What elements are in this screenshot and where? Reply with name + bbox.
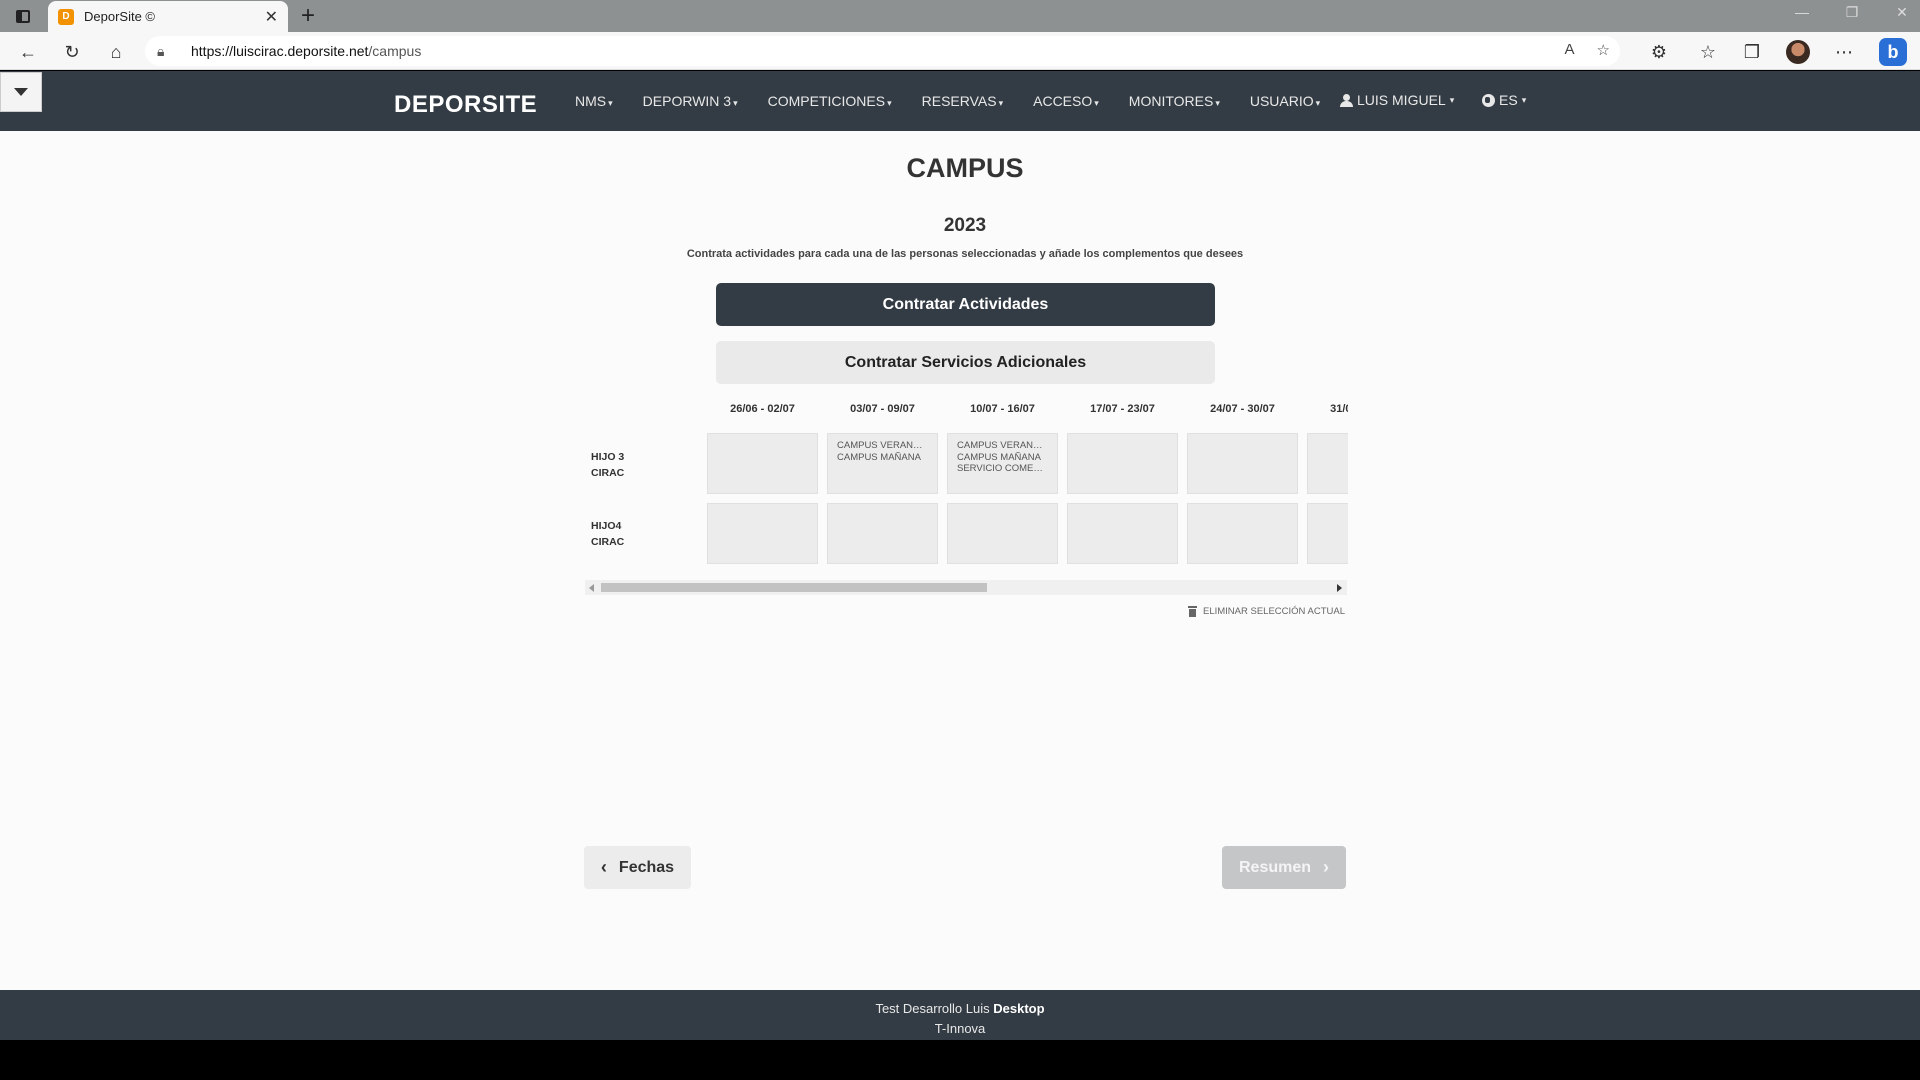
user-icon [1340,93,1353,107]
schedule-cell[interactable] [827,503,938,564]
nav-item-competiciones[interactable]: COMPETICIONES ▾ [768,93,892,109]
week-header: 03/07 - 09/07 [850,403,915,415]
nav-menu: NMS ▾ DEPORWIN 3 ▾ COMPETICIONES ▾ RESERVAS… [575,71,1350,131]
schedule-cell[interactable] [1307,503,1348,564]
address-bar[interactable]: 🔒︎ https://luiscirac.deporsite.net/campu… [145,36,1620,66]
minimize-icon[interactable]: — [1792,4,1812,21]
week-header: 10/07 - 16/07 [970,403,1035,415]
back-icon[interactable]: ← [16,40,40,64]
schedule-cell[interactable] [1067,433,1178,494]
restore-icon[interactable]: ❐ [1842,4,1862,21]
resumen-next-button[interactable]: Resumen › [1222,846,1346,889]
favorites-icon[interactable]: ☆ [1696,40,1720,64]
row-label-hijo3: HIJO 3 CIRAC [591,451,625,479]
schedule-cell[interactable] [707,433,818,494]
browser-toolbar: ← ↻ ⌂ 🔒︎ https://luiscirac.deporsite.net… [0,32,1920,70]
tab-actions-icon[interactable] [8,6,38,26]
new-tab-icon[interactable]: + [295,3,321,29]
site-logo[interactable]: DEPORSITE [394,91,537,119]
contratar-actividades-button[interactable]: Contratar Actividades [716,283,1215,326]
extensions-icon[interactable]: ⚙ [1647,40,1671,64]
week-header: 17/07 - 23/07 [1090,403,1155,415]
nav-item-acceso[interactable]: ACCESO ▾ [1033,93,1099,109]
tab-title: DeporSite © [84,9,155,24]
chevron-left-icon: ‹ [600,857,607,877]
scroll-left-icon[interactable] [589,584,594,592]
footer-line1: Test Desarrollo Luis Desktop [875,1001,1045,1016]
schedule-scrollbar[interactable] [585,580,1347,595]
week-header: 26/06 - 02/07 [730,403,795,415]
url-text: https://luiscirac.deporsite.net/campus [191,43,422,59]
address-bar-actions: A ☆ [1565,41,1610,59]
browser-tab[interactable]: D DeporSite © ✕ [48,1,288,32]
schedule-cell[interactable] [1187,433,1298,494]
window-controls: — ❐ ✕ [1792,4,1912,21]
close-tab-icon[interactable]: ✕ [265,7,278,27]
favorite-add-icon[interactable]: ☆ [1597,41,1610,59]
nav-item-monitores[interactable]: MONITORES ▾ [1129,93,1220,109]
schedule-grid: 26/06 - 02/07 03/07 - 09/07 10/07 - 16/0… [585,401,1348,581]
nav-toggle-button[interactable] [0,72,42,112]
schedule-cell[interactable] [707,503,818,564]
schedule-cell[interactable]: CAMPUS VERANO ... CAMPUS MAÑANA SERVICIO… [947,433,1058,494]
chevron-down-icon [14,88,28,96]
nav-item-nms[interactable]: NMS ▾ [575,93,613,109]
page-title: CAMPUS [906,153,1024,183]
collections-icon[interactable]: ❐ [1740,40,1764,64]
site-favicon-icon: D [58,8,74,25]
nav-item-reservas[interactable]: RESERVAS ▾ [922,93,1004,109]
schedule-cell[interactable] [1307,433,1348,494]
year-heading: 2023 [943,215,987,236]
scroll-right-icon[interactable] [1337,584,1342,592]
schedule-cell[interactable] [947,503,1058,564]
page-subtitle: Contrata actividades para cada una de la… [686,248,1244,260]
contratar-servicios-button[interactable]: Contratar Servicios Adicionales [716,341,1215,384]
footer-line2: T-Innova [934,1021,986,1036]
week-header: 24/07 - 30/07 [1210,403,1275,415]
scrollbar-thumb[interactable] [601,583,987,592]
nav-item-deporwin[interactable]: DEPORWIN 3 ▾ [643,93,738,109]
schedule-cell[interactable]: CAMPUS VERANO ... CAMPUS MAÑANA [827,433,938,494]
site-footer: Test Desarrollo Luis Desktop T-Innova [0,990,1920,1040]
schedule-cell[interactable] [1187,503,1298,564]
row-label-hijo4: HIJO4 CIRAC [591,520,625,548]
nav-user-menu[interactable]: LUIS MIGUEL ▾ [1340,92,1454,108]
schedule-cell[interactable] [1067,503,1178,564]
read-aloud-icon[interactable]: A [1565,41,1575,59]
lock-icon[interactable]: 🔒︎ [157,43,179,60]
close-window-icon[interactable]: ✕ [1892,4,1912,21]
profile-avatar[interactable] [1786,40,1810,64]
site-navbar: DEPORSITE NMS ▾ DEPORWIN 3 ▾ COMPETICIONES… [0,71,1920,131]
bing-icon[interactable]: b [1879,38,1907,66]
globe-icon [1482,93,1495,107]
chevron-right-icon: › [1323,857,1330,877]
nav-item-usuario[interactable]: USUARIO ▾ [1250,93,1320,109]
delete-selection-link[interactable]: ELIMINAR SELECCIÓN ACTUAL [1188,606,1345,617]
trash-icon [1188,606,1197,617]
browser-tab-bar: D DeporSite © ✕ + — ❐ ✕ [0,0,1920,32]
reload-icon[interactable]: ↻ [60,40,84,64]
fechas-back-button[interactable]: ‹ Fechas [584,846,691,889]
nav-language-menu[interactable]: ES ▾ [1482,92,1526,108]
more-menu-icon[interactable]: ⋯ [1832,40,1856,64]
site-page: DEPORSITE NMS ▾ DEPORWIN 3 ▾ COMPETICIONES… [0,71,1920,1040]
week-header: 31/07 - 06/08 [1330,403,1348,415]
home-icon[interactable]: ⌂ [104,40,128,64]
